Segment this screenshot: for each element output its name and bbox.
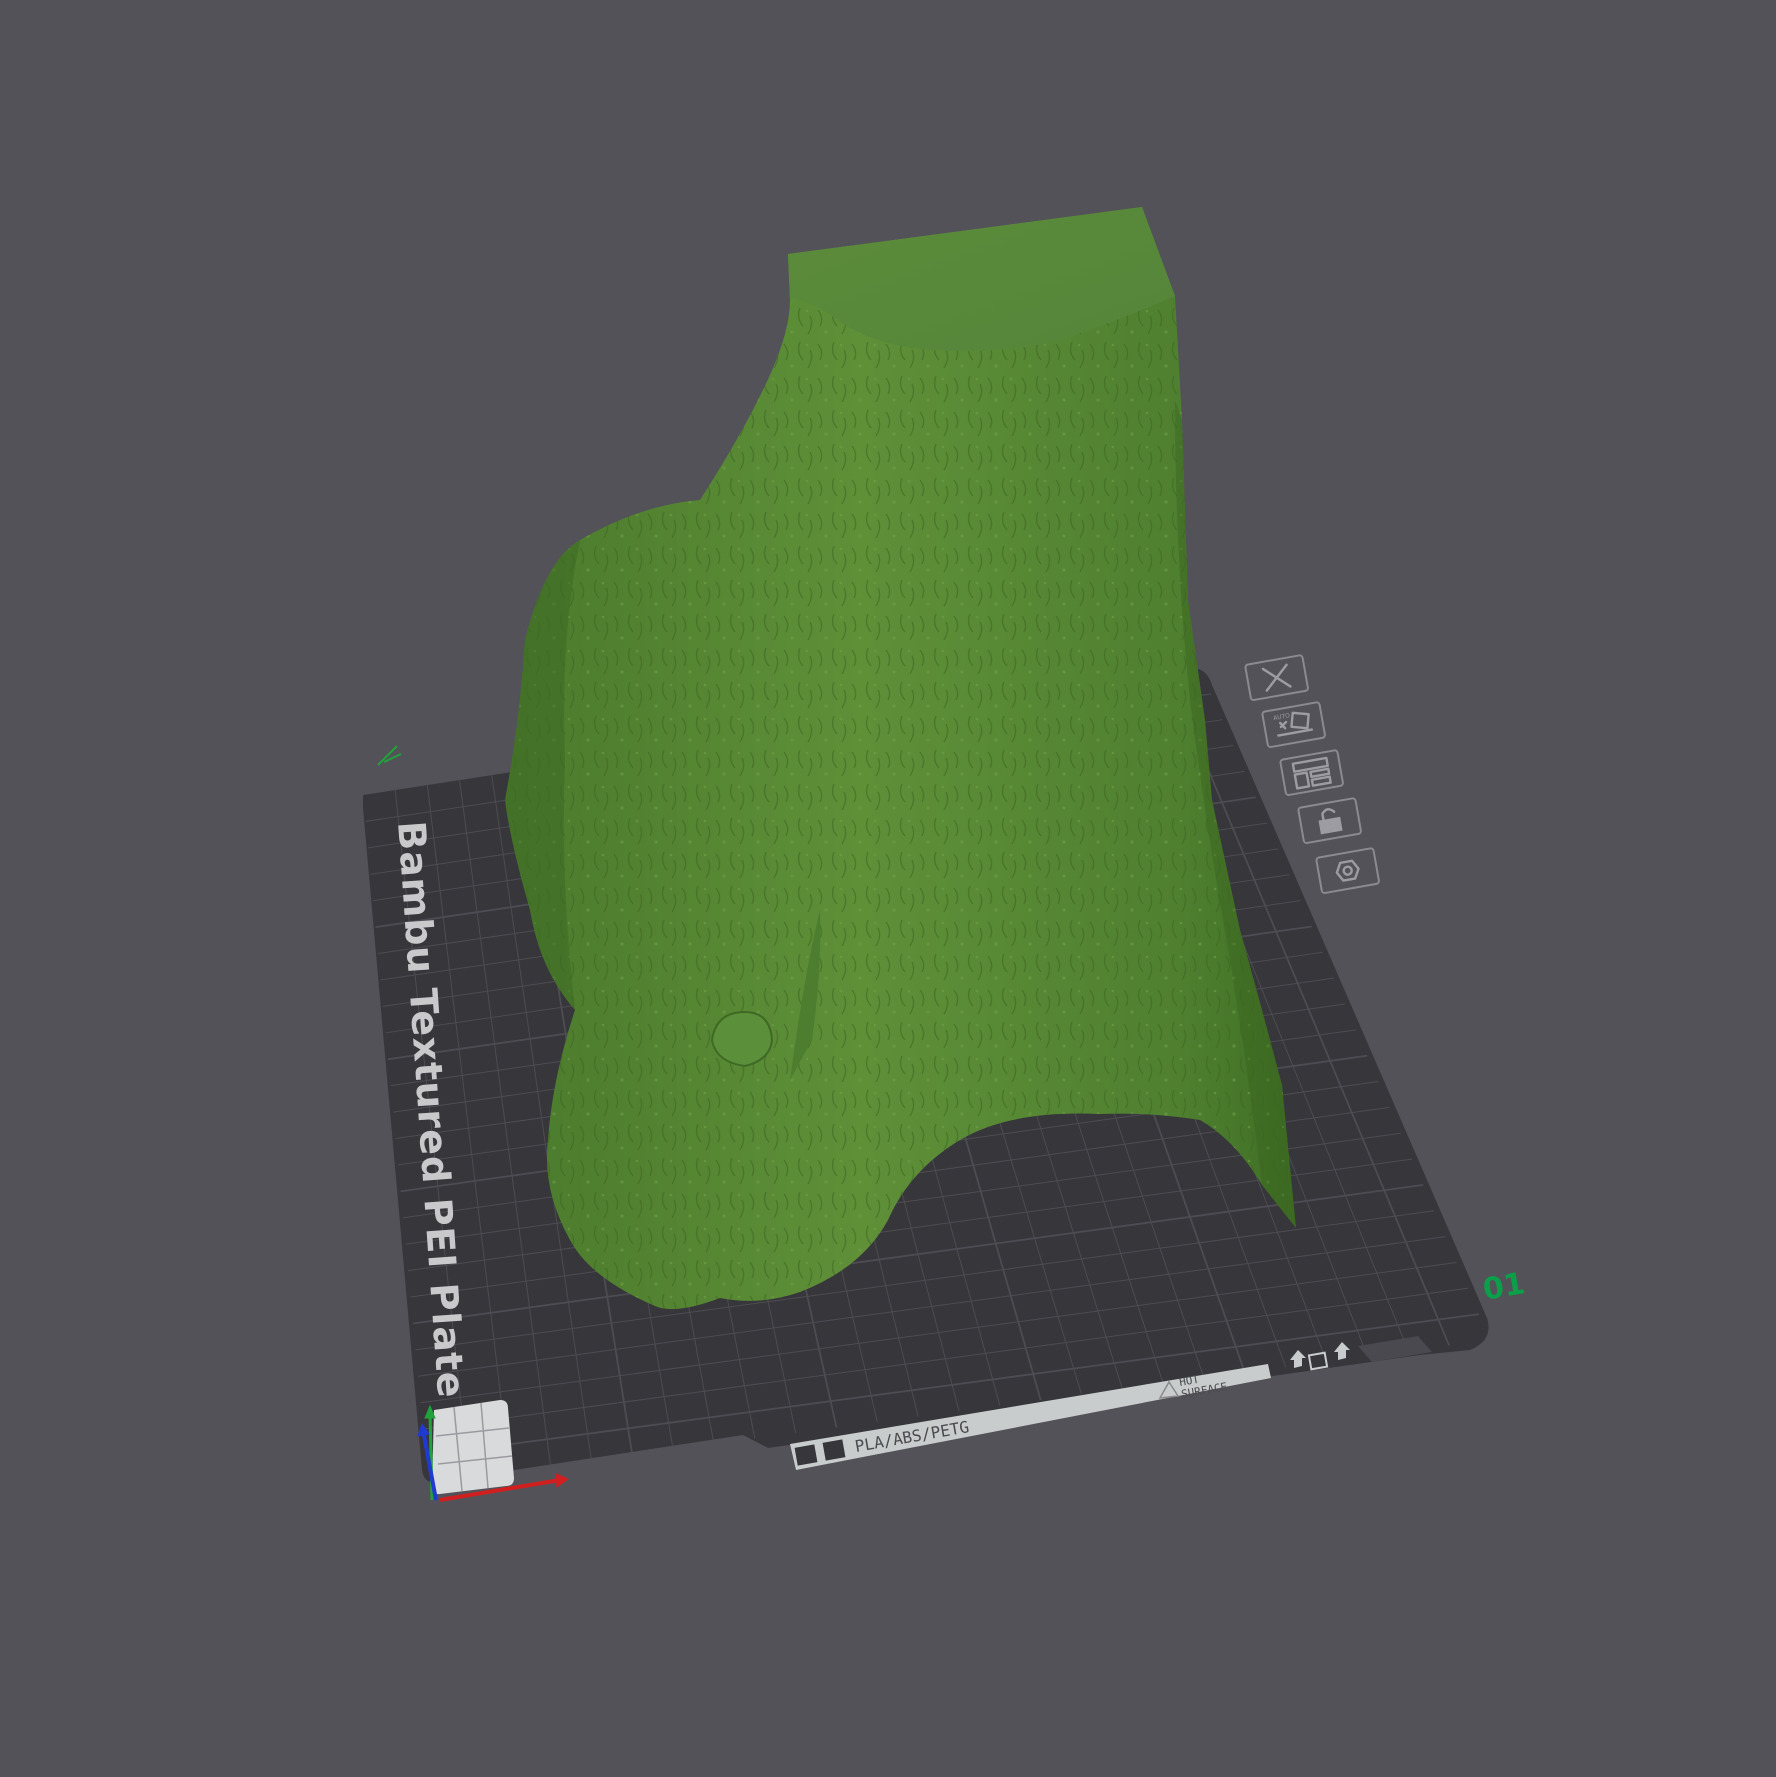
plate-settings-button[interactable] [1315,847,1380,894]
auto-orient-button[interactable]: AUTO [1261,701,1326,748]
bed-strip-icon-a [794,1444,818,1466]
arrange-button[interactable] [1279,749,1344,796]
auto-orient-icon: AUTO [1273,711,1314,737]
plate-number: 01 [1480,1266,1527,1308]
axis-marker-icon [377,745,402,766]
close-plate-button[interactable] [1244,654,1309,701]
svg-text:AUTO: AUTO [1273,712,1291,722]
arrange-icon [1291,756,1332,790]
bed-strip-icon-b [822,1439,846,1461]
lock-icon [1318,808,1343,835]
axis-origin-tile [432,1400,514,1495]
close-icon [1261,663,1292,692]
3d-scene[interactable]: PLA/ABS/PETG HOT SURFACE Bambu Textured … [0,0,1776,1777]
settings-icon [1335,859,1360,882]
x-axis-arrow [555,1473,570,1488]
3d-viewport[interactable]: PLA/ABS/PETG HOT SURFACE Bambu Textured … [0,0,1776,1777]
lock-plate-button[interactable] [1297,797,1362,844]
